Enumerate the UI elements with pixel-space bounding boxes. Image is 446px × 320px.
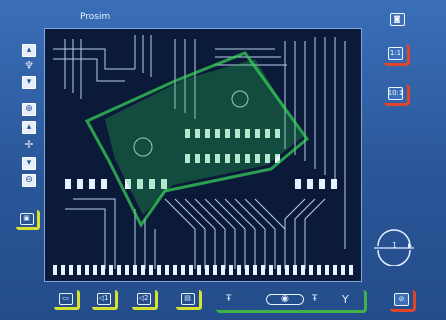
display-icon: ◙: [389, 12, 405, 26]
pin-icon[interactable]: ♆: [22, 59, 36, 72]
mode-toolbar: Ŧ ◉ Ŧ Y: [216, 290, 367, 313]
zoom-out-button[interactable]: ⊖: [22, 174, 36, 187]
zoom-in-button[interactable]: ⊕: [22, 103, 36, 116]
scroll-up-button[interactable]: ▴: [22, 44, 36, 57]
scroll-down-button[interactable]: ▾: [22, 76, 36, 89]
pcb-canvas: [45, 29, 361, 281]
pcb-viewport[interactable]: [44, 28, 362, 282]
stop-button[interactable]: ⊘: [390, 290, 416, 312]
pan-down-button[interactable]: ▾: [22, 157, 36, 170]
mode-left-button[interactable]: Ŧ: [226, 295, 232, 304]
zoom-1-button[interactable]: 1:1: [384, 44, 410, 66]
open-button[interactable]: ▣: [16, 210, 40, 230]
rotation-label: 1: [392, 241, 398, 250]
mode-far-button[interactable]: Y: [342, 294, 349, 305]
layer-2-button[interactable]: ◁2: [132, 290, 158, 310]
frame-button[interactable]: ▭: [54, 290, 80, 310]
display-button[interactable]: ◙: [384, 8, 410, 30]
center-icon[interactable]: ✛: [22, 138, 36, 151]
window-title: Prosim: [80, 12, 111, 22]
zoom-10-button[interactable]: 10:1: [384, 84, 410, 106]
layer-1-button[interactable]: ◁1: [92, 290, 118, 310]
list-button[interactable]: ▤: [176, 290, 202, 310]
pan-up-button[interactable]: ▴: [22, 121, 36, 134]
mode-right-button[interactable]: Ŧ: [312, 295, 318, 304]
mode-center-button[interactable]: ◉: [266, 294, 304, 305]
open-icon: ▣: [19, 212, 34, 225]
